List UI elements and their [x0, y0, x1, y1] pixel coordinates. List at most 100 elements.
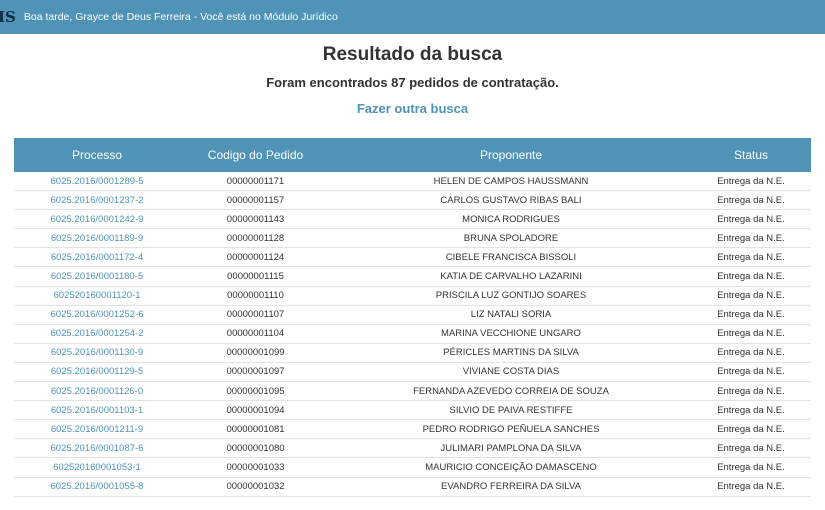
cell-processo: 6025.2016/0001211-9	[14, 419, 180, 440]
cell-codigo: 00000001032	[180, 477, 331, 497]
cell-status: Entrega da N.E.	[691, 228, 811, 249]
table-body: 6025.2016/0001289-5 00000001171 HELEN DE C…	[14, 172, 811, 497]
results-table: Processo Codigo do Pedido Proponente Sta…	[14, 138, 811, 497]
processo-link[interactable]: 6025.2016/0001055-8	[51, 481, 144, 492]
cell-status: Entrega da N.E.	[691, 209, 811, 230]
processo-link[interactable]: 602520160001053-1	[53, 462, 141, 473]
cell-processo: 6025.2016/0001087-6	[14, 438, 180, 459]
cell-proponente: CARLOS GUSTAVO RIBAS BALI	[331, 190, 691, 211]
table-row: 6025.2016/0001189-9 00000001128 BRUNA SPOL…	[14, 228, 811, 249]
processo-link[interactable]: 6025.2016/0001252-6	[51, 309, 144, 320]
processo-link[interactable]: 6025.2016/0001242-9	[51, 214, 144, 225]
cell-processo: 602520160001120-1	[14, 286, 180, 306]
table-row: 6025.2016/0001172-4 00000001124 CIBELE FRA…	[14, 247, 811, 268]
cell-status: Entrega da N.E.	[691, 172, 811, 192]
cell-proponente: HELEN DE CAMPOS HAUSSMANN	[331, 172, 691, 192]
cell-processo: 6025.2016/0001189-9	[14, 228, 180, 249]
processo-link[interactable]: 6025.2016/0001126-0	[51, 386, 143, 397]
cell-status: Entrega da N.E.	[691, 477, 811, 497]
table-row: 6025.2016/0001254-2 00000001104 MARINA VEC…	[14, 324, 811, 344]
cell-processo: 6025.2016/0001126-0	[14, 381, 180, 402]
cell-codigo: 00000001081	[180, 419, 331, 440]
cell-codigo: 00000001099	[180, 343, 331, 363]
cell-processo: 6025.2016/0001180-5	[14, 266, 180, 287]
results-header: Resultado da busca Foram encontrados 87 …	[0, 42, 825, 118]
cell-processo: 6025.2016/0001103-1	[14, 400, 180, 421]
processo-link[interactable]: 6025.2016/0001289-5	[51, 176, 144, 187]
cell-proponente: FERNANDA AZEVEDO CORREIA DE SOUZA	[331, 381, 691, 402]
column-header-proponente: Proponente	[331, 138, 691, 172]
table-row: 6025.2016/0001180-5 00000001115 KATIA DE C…	[14, 266, 811, 287]
cell-codigo: 00000001080	[180, 438, 331, 459]
cell-status: Entrega da N.E.	[691, 343, 811, 363]
cell-proponente: MAURICIO CONCEIÇÃO DAMASCENO	[331, 457, 691, 478]
cell-proponente: PÉRICLES MARTINS DA SILVA	[331, 343, 691, 363]
cell-proponente: PEDRO RODRIGO PEÑUELA SANCHES	[331, 419, 691, 440]
processo-link[interactable]: 602520160001120-1	[54, 290, 141, 301]
search-again-link[interactable]: Fazer outra busca	[357, 100, 468, 118]
table-row: 6025.2016/0001289-5 00000001171 HELEN DE C…	[14, 172, 811, 192]
cell-status: Entrega da N.E.	[691, 419, 811, 440]
cell-codigo: 00000001128	[180, 228, 331, 249]
cell-processo: 6025.2016/0001129-5	[14, 362, 180, 383]
cell-status: Entrega da N.E.	[691, 400, 811, 421]
cell-codigo: 00000001110	[180, 286, 331, 306]
cell-status: Entrega da N.E.	[691, 362, 811, 383]
cell-proponente: EVANDRO FERREIRA DA SILVA	[331, 477, 691, 497]
column-header-codigo: Codigo do Pedido	[180, 138, 331, 172]
user-greeting: Boa tarde, Grayce de Deus Ferreira - Voc…	[23, 11, 338, 23]
cell-proponente: MARINA VECCHIONE UNGARO	[331, 324, 691, 344]
cell-status: Entrega da N.E.	[691, 266, 811, 287]
cell-status: Entrega da N.E.	[691, 286, 811, 306]
processo-link[interactable]: 6025.2016/0001103-1	[51, 405, 143, 416]
processo-link[interactable]: 6025.2016/0001129-5	[51, 366, 143, 377]
cell-proponente: SILVIO DE PAIVA RESTIFFE	[331, 400, 691, 421]
cell-codigo: 00000001094	[180, 400, 331, 421]
processo-link[interactable]: 6025.2016/0001237-2	[51, 195, 144, 206]
processo-link[interactable]: 6025.2016/0001130-9	[51, 347, 143, 358]
cell-proponente: LIZ NATALI SORIA	[331, 305, 691, 325]
cell-codigo: 00000001097	[180, 362, 331, 383]
table-row: 6025.2016/0001055-8 00000001032 EVANDRO FE…	[14, 477, 811, 497]
processo-link[interactable]: 6025.2016/0001172-4	[51, 252, 143, 263]
cell-processo: 6025.2016/0001055-8	[14, 477, 180, 497]
cell-status: Entrega da N.E.	[691, 324, 811, 344]
cell-proponente: CIBELE FRANCISCA BISSOLI	[331, 247, 691, 268]
table-header-row: Processo Codigo do Pedido Proponente Sta…	[14, 138, 811, 172]
cell-status: Entrega da N.E.	[691, 381, 811, 402]
cell-processo: 602520160001053-1	[14, 457, 180, 478]
cell-status: Entrega da N.E.	[691, 190, 811, 211]
table-row: 6025.2016/0001237-2 00000001157 CARLOS GUS…	[14, 190, 811, 211]
cell-proponente: VIVIANE COSTA DIAS	[331, 362, 691, 383]
results-count: Foram encontrados 87 pedidos de contrata…	[266, 75, 559, 90]
cell-status: Entrega da N.E.	[691, 438, 811, 459]
table-row: 6025.2016/0001252-6 00000001107 LIZ NATALI…	[14, 305, 811, 325]
table-row: 6025.2016/0001242-9 00000001143 MONICA ROD…	[14, 209, 811, 230]
cell-codigo: 00000001115	[180, 266, 331, 287]
processo-link[interactable]: 6025.2016/0001211-9	[51, 424, 143, 435]
cell-codigo: 00000001171	[180, 172, 331, 192]
table-row: 602520160001120-1 00000001110 PRISCILA LUZ…	[14, 286, 811, 306]
cell-status: Entrega da N.E.	[691, 305, 811, 325]
cell-processo: 6025.2016/0001172-4	[14, 247, 180, 268]
processo-link[interactable]: 6025.2016/0001087-6	[51, 443, 144, 454]
app-logo[interactable]: IS	[0, 8, 16, 26]
cell-processo: 6025.2016/0001289-5	[14, 172, 180, 192]
table-row: 6025.2016/0001211-9 00000001081 PEDRO RODR…	[14, 419, 811, 440]
cell-codigo: 00000001157	[180, 190, 331, 211]
column-header-processo: Processo	[14, 138, 180, 172]
column-header-status: Status	[691, 138, 811, 172]
processo-link[interactable]: 6025.2016/0001180-5	[51, 271, 143, 282]
cell-status: Entrega da N.E.	[691, 247, 811, 268]
processo-link[interactable]: 6025.2016/0001189-9	[51, 233, 143, 244]
cell-processo: 6025.2016/0001130-9	[14, 343, 180, 363]
cell-proponente: KATIA DE CARVALHO LAZARINI	[331, 266, 691, 287]
table-row: 602520160001053-1 00000001033 MAURICIO CON…	[14, 457, 811, 478]
processo-link[interactable]: 6025.2016/0001254-2	[51, 328, 144, 339]
cell-codigo: 00000001104	[180, 324, 331, 344]
cell-codigo: 00000001107	[180, 305, 331, 325]
cell-processo: 6025.2016/0001242-9	[14, 209, 180, 230]
cell-processo: 6025.2016/0001254-2	[14, 324, 180, 344]
table-row: 6025.2016/0001103-1 00000001094 SILVIO DE …	[14, 400, 811, 421]
cell-proponente: PRISCILA LUZ GONTIJO SOARES	[331, 286, 691, 306]
